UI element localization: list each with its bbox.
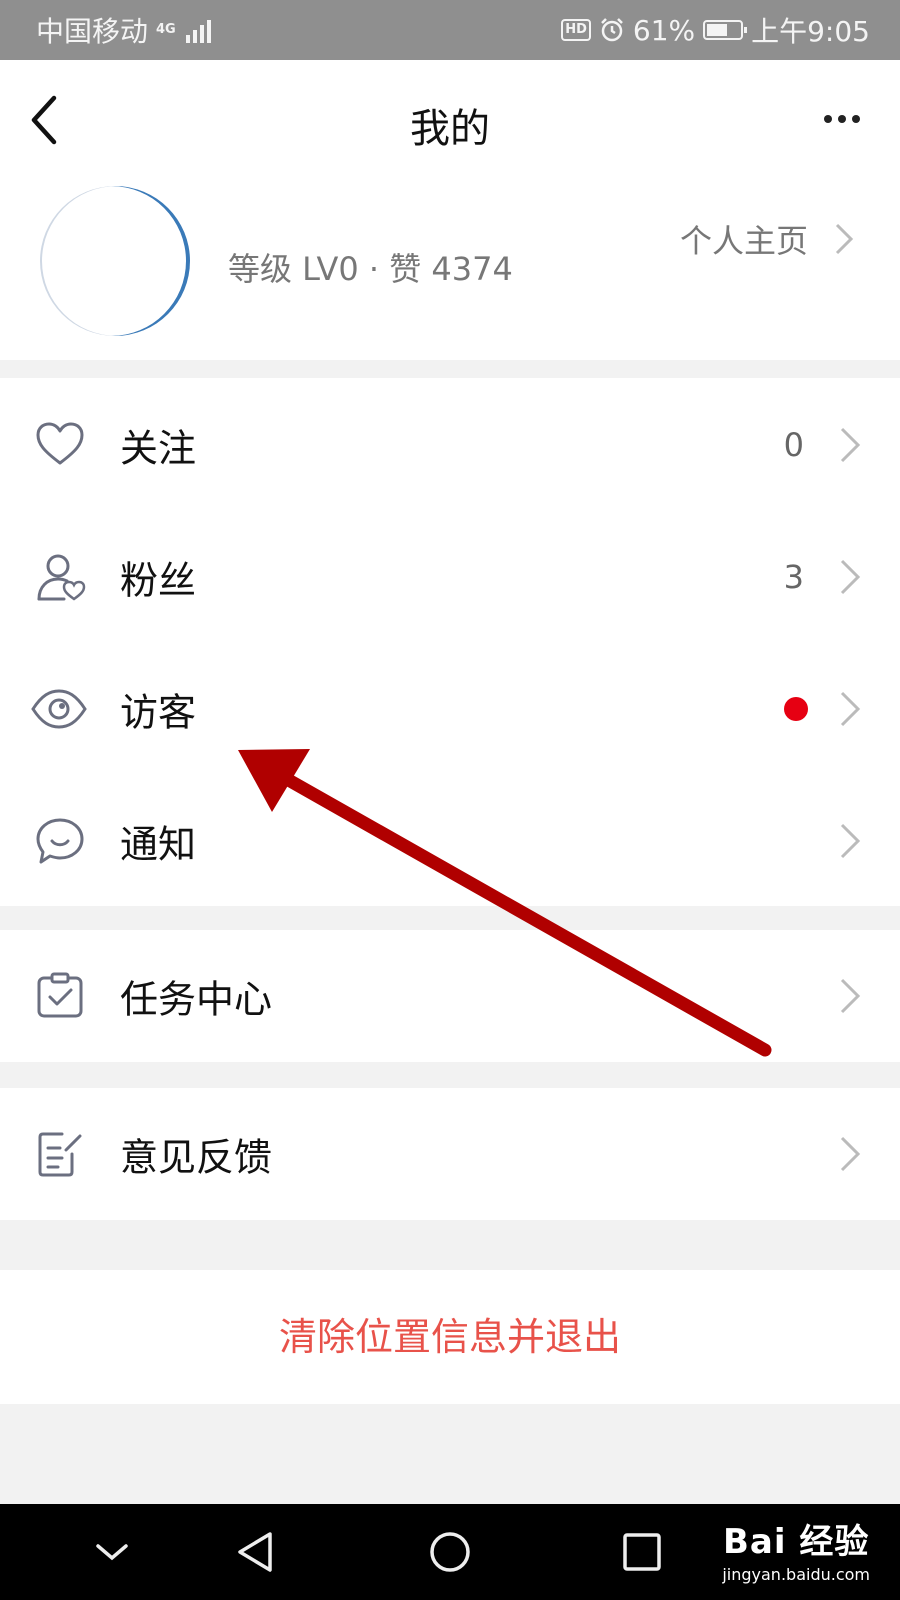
fans-count: 3 bbox=[783, 558, 804, 596]
chevron-right-icon bbox=[835, 223, 854, 255]
user-heart-icon bbox=[37, 554, 86, 601]
system-nav-bar: Bai 经验 jingyan.baidu.com bbox=[0, 1504, 900, 1600]
watermark-url: jingyan.baidu.com bbox=[722, 1565, 870, 1584]
menu-label-feedback: 意见反馈 bbox=[120, 1135, 273, 1180]
chevron-right-icon bbox=[840, 1136, 861, 1172]
menu-label-visitors: 访客 bbox=[120, 690, 197, 735]
menu-label-fans: 粉丝 bbox=[120, 558, 197, 603]
chat-bubble-icon bbox=[36, 818, 84, 864]
chevron-right-icon bbox=[840, 823, 861, 859]
avatar[interactable] bbox=[40, 186, 190, 336]
profile-stats: 等级 LV0 · 赞 4374 bbox=[228, 250, 513, 288]
nav-home-icon[interactable] bbox=[424, 1526, 476, 1578]
signal-icon bbox=[186, 17, 212, 43]
hd-icon: HD bbox=[561, 19, 591, 41]
chevron-down-icon[interactable] bbox=[86, 1526, 138, 1578]
more-icon[interactable] bbox=[824, 115, 860, 123]
clock: 上午9:05 bbox=[751, 15, 870, 48]
homepage-label: 个人主页 bbox=[679, 222, 808, 260]
follow-count: 0 bbox=[783, 426, 804, 464]
alarm-icon bbox=[600, 18, 623, 42]
menu-label-tasks: 任务中心 bbox=[120, 977, 273, 1022]
status-bar: 中国移动 4G HD 61% 上午9:05 bbox=[0, 0, 900, 60]
chevron-right-icon bbox=[840, 691, 861, 727]
social-menu: 关注 0 粉丝 3 访客 通知 bbox=[0, 378, 900, 906]
task-menu: 任务中心 bbox=[0, 930, 900, 1062]
new-visitor-badge bbox=[784, 697, 808, 721]
menu-label-notify: 通知 bbox=[120, 822, 197, 867]
network-type: 4G bbox=[156, 22, 176, 37]
battery-percent: 61% bbox=[632, 13, 696, 47]
nav-recents-icon[interactable] bbox=[616, 1526, 668, 1578]
clear-location-logout-button[interactable]: 清除位置信息并退出 bbox=[0, 1270, 900, 1404]
menu-item-notify[interactable]: 通知 bbox=[0, 774, 900, 908]
menu-item-follow[interactable]: 关注 0 bbox=[0, 378, 900, 512]
nav-back-icon[interactable] bbox=[230, 1526, 282, 1578]
watermark-brand: Bai 经验 bbox=[722, 1522, 870, 1562]
profile-card[interactable]: 等级 LV0 · 赞 4374 个人主页 bbox=[0, 180, 900, 360]
menu-label-follow: 关注 bbox=[120, 426, 197, 471]
feedback-menu: 意见反馈 bbox=[0, 1088, 900, 1220]
clipboard-check-icon bbox=[37, 972, 83, 1018]
homepage-link[interactable]: 个人主页 bbox=[680, 216, 854, 262]
menu-item-fans[interactable]: 粉丝 3 bbox=[0, 510, 900, 644]
menu-item-tasks[interactable]: 任务中心 bbox=[0, 930, 900, 1062]
chevron-right-icon bbox=[840, 978, 861, 1014]
page-title: 我的 bbox=[410, 106, 490, 152]
chevron-right-icon bbox=[840, 559, 861, 595]
menu-item-visitors[interactable]: 访客 bbox=[0, 642, 900, 776]
eye-icon bbox=[31, 689, 87, 729]
carrier-label: 中国移动 bbox=[36, 15, 149, 48]
title-bar: 我的 bbox=[0, 60, 900, 180]
heart-icon bbox=[36, 422, 84, 465]
baidu-jingyan-watermark: Bai 经验 jingyan.baidu.com bbox=[722, 1514, 870, 1584]
battery-icon bbox=[703, 20, 748, 40]
edit-note-icon bbox=[38, 1132, 82, 1177]
chevron-right-icon bbox=[840, 427, 861, 463]
menu-item-feedback[interactable]: 意见反馈 bbox=[0, 1088, 900, 1220]
